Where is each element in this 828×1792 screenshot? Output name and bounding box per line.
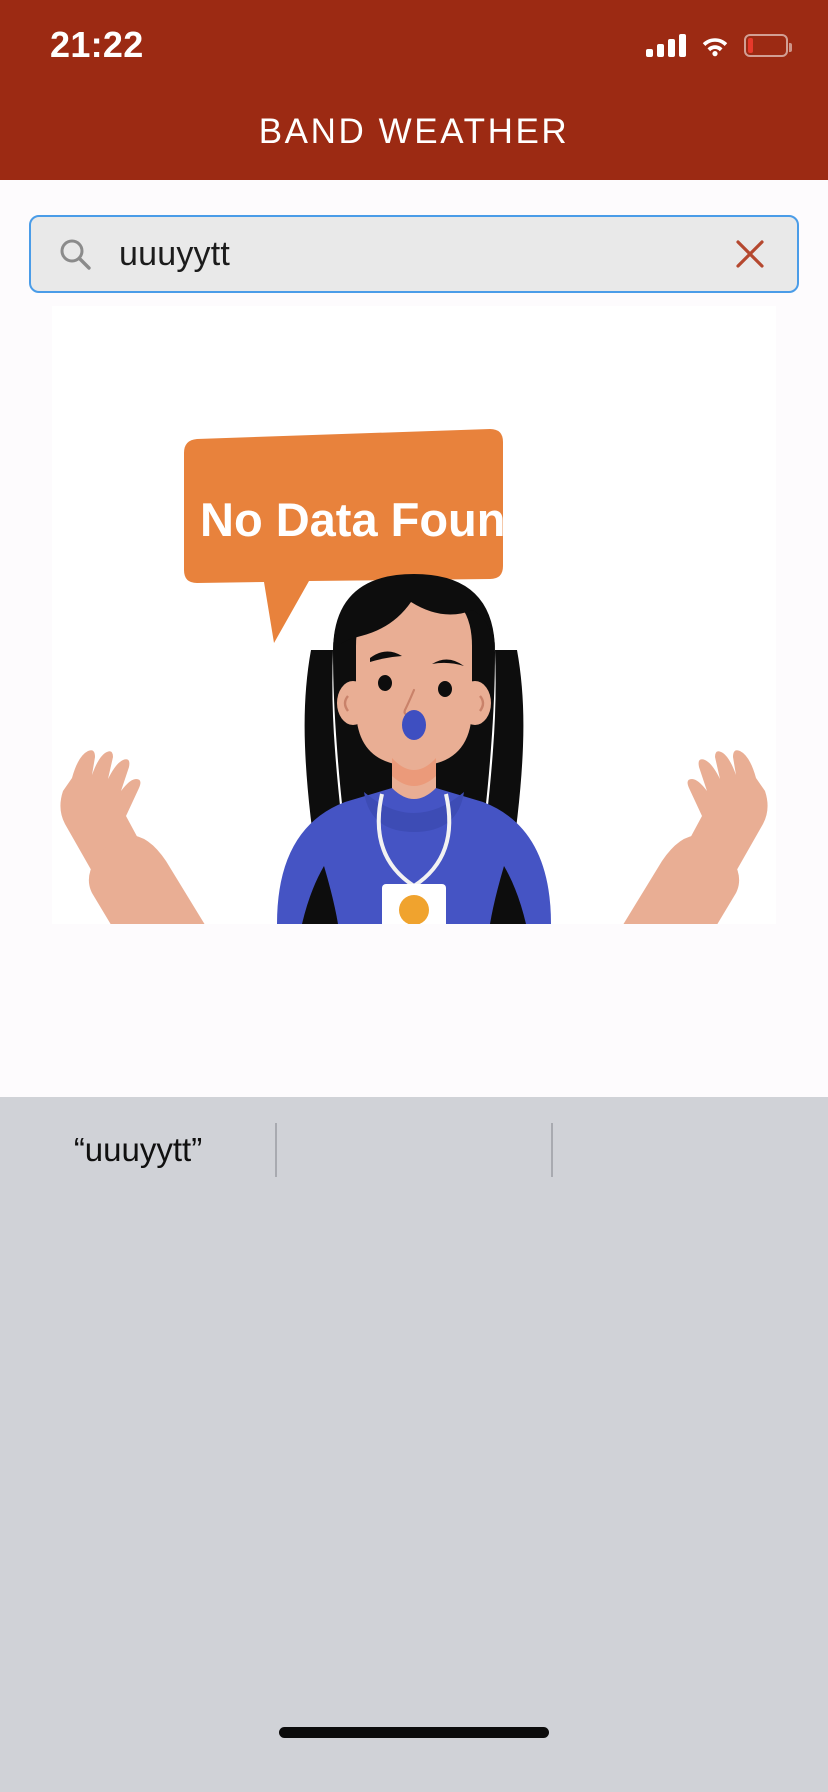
suggestion-item-0[interactable]: “uuuyytt” — [0, 1097, 276, 1202]
wifi-icon — [702, 38, 728, 57]
onscreen-keyboard: “uuuyytt” q w e r t y u i o p a s d f g … — [0, 1097, 828, 1792]
search-icon — [60, 239, 91, 270]
suggestion-item-1[interactable] — [276, 1097, 552, 1202]
app-header: 21:22 BAND WEATHER — [0, 0, 828, 180]
empty-state-card: No Data Found — [52, 306, 776, 924]
character-figure — [60, 574, 768, 924]
page-title: BAND WEATHER — [258, 112, 570, 151]
status-bar-indicators — [646, 28, 792, 62]
status-bar-clock: 21:22 — [50, 24, 144, 65]
phone-screen: 21:22 BAND WEATHER uuuyytt No Data Found… — [0, 0, 828, 1792]
close-x-icon[interactable] — [733, 237, 767, 271]
status-bar: 21:22 — [0, 0, 828, 80]
search-input[interactable]: uuuyytt — [119, 235, 733, 274]
search-field[interactable]: uuuyytt — [29, 215, 799, 293]
suggestion-bar: “uuuyytt” — [0, 1097, 828, 1202]
no-data-illustration: No Data Found — [60, 429, 768, 924]
battery-icon — [744, 33, 792, 57]
no-data-label: No Data Found — [200, 493, 534, 546]
home-indicator[interactable] — [279, 1727, 549, 1738]
cellular-signal-icon — [646, 33, 686, 57]
suggestion-item-2[interactable] — [552, 1097, 828, 1202]
